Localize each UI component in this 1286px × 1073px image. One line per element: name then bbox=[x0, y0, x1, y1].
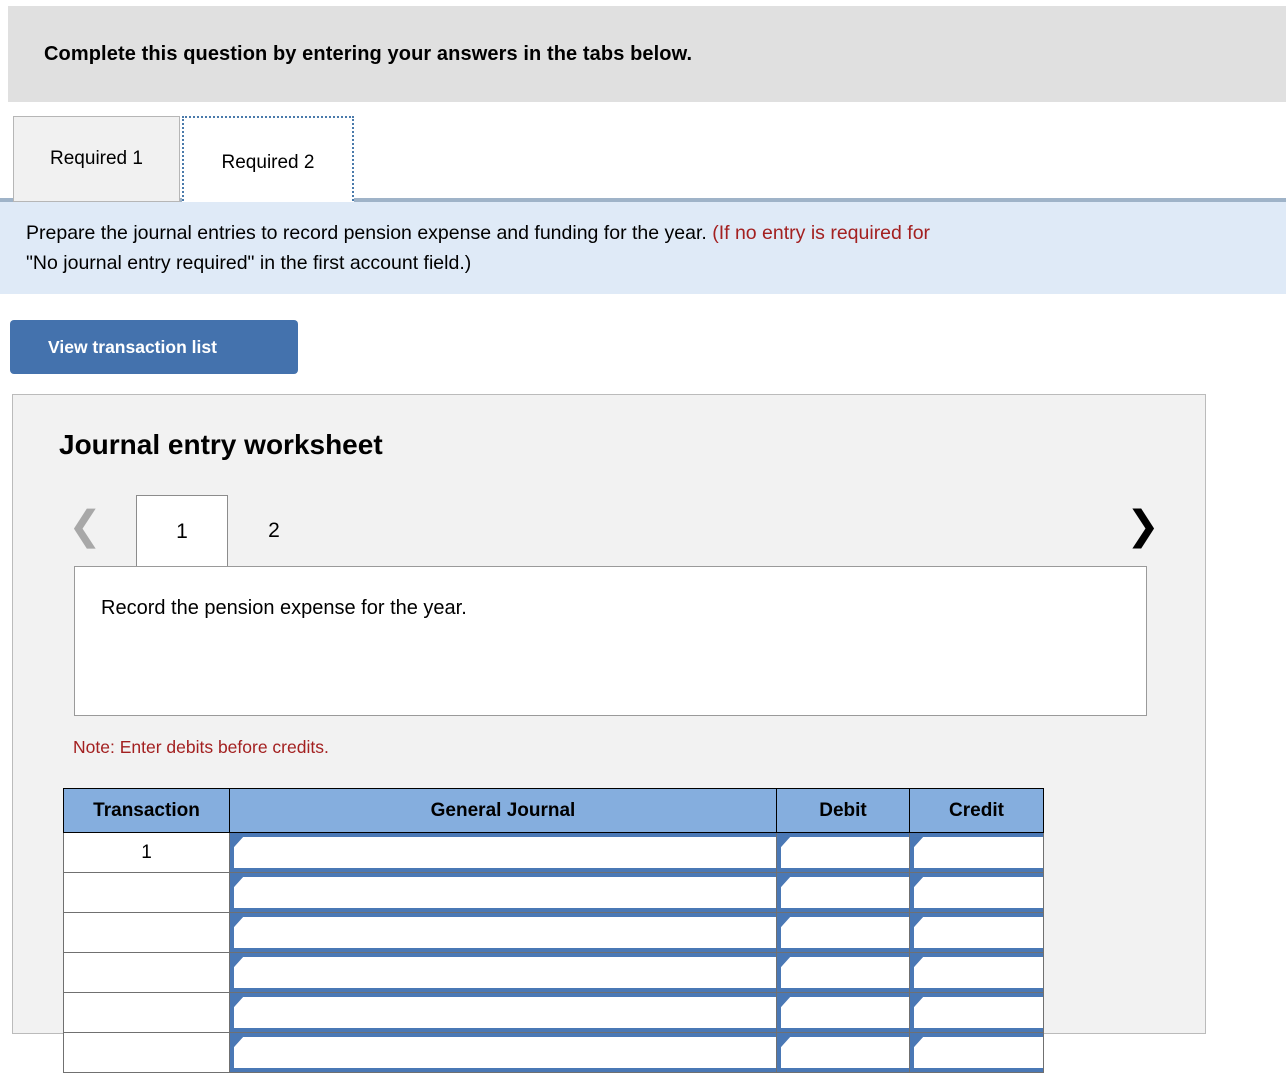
general-journal-input[interactable] bbox=[230, 1033, 776, 1072]
required-tabstrip: Required 1 Required 2 bbox=[0, 110, 1286, 208]
column-header-debit: Debit bbox=[776, 788, 910, 833]
cell-credit[interactable] bbox=[909, 912, 1044, 953]
worksheet-tab-2-label: 2 bbox=[268, 519, 280, 542]
requirement-line-1: Prepare the journal entries to record pe… bbox=[26, 218, 1286, 248]
table-row: 1 bbox=[63, 832, 1044, 873]
credit-input[interactable] bbox=[910, 993, 1043, 1032]
cell-credit[interactable] bbox=[909, 872, 1044, 913]
debits-before-credits-note: Note: Enter debits before credits. bbox=[73, 737, 329, 757]
tab-required-1-label: Required 1 bbox=[50, 148, 143, 169]
chevron-right-icon[interactable]: ❯ bbox=[1123, 495, 1163, 557]
cell-credit[interactable] bbox=[909, 952, 1044, 993]
table-header-row: Transaction General Journal Debit Credit bbox=[63, 788, 1044, 833]
worksheet-description-box: Record the pension expense for the year. bbox=[74, 566, 1147, 716]
tab-required-1[interactable]: Required 1 bbox=[13, 116, 180, 202]
journal-entry-table-body: 1 bbox=[63, 832, 1044, 1073]
cell-transaction-number bbox=[63, 952, 230, 993]
table-row bbox=[63, 912, 1044, 953]
general-journal-input[interactable] bbox=[230, 953, 776, 992]
view-transaction-list-button[interactable]: View transaction list bbox=[10, 320, 298, 374]
credit-input[interactable] bbox=[910, 1033, 1043, 1072]
cell-credit[interactable] bbox=[909, 992, 1044, 1033]
worksheet-description-text: Record the pension expense for the year. bbox=[101, 597, 467, 619]
cell-credit[interactable] bbox=[909, 832, 1044, 873]
cell-general-journal[interactable] bbox=[229, 1032, 777, 1073]
worksheet-title: Journal entry worksheet bbox=[59, 429, 383, 460]
table-row bbox=[63, 992, 1044, 1033]
requirement-banner: Prepare the journal entries to record pe… bbox=[0, 202, 1286, 294]
worksheet-tab-2[interactable]: 2 bbox=[228, 495, 320, 567]
cell-general-journal[interactable] bbox=[229, 992, 777, 1033]
column-header-general-journal: General Journal bbox=[229, 788, 777, 833]
debit-input[interactable] bbox=[777, 833, 909, 872]
column-header-transaction: Transaction bbox=[63, 788, 230, 833]
cell-debit[interactable] bbox=[776, 952, 910, 993]
debit-input[interactable] bbox=[777, 993, 909, 1032]
worksheet-tab-1-label: 1 bbox=[176, 519, 188, 543]
requirement-text-black: Prepare the journal entries to record pe… bbox=[26, 222, 713, 244]
cell-debit[interactable] bbox=[776, 1032, 910, 1073]
cell-debit[interactable] bbox=[776, 872, 910, 913]
table-row bbox=[63, 872, 1044, 913]
cell-general-journal[interactable] bbox=[229, 912, 777, 953]
credit-input[interactable] bbox=[910, 833, 1043, 872]
table-row bbox=[63, 1032, 1044, 1073]
tab-required-2[interactable]: Required 2 bbox=[182, 116, 354, 208]
journal-entry-worksheet-panel: Journal entry worksheet ❮ 1 2 ❯ Record t… bbox=[12, 394, 1207, 1073]
cell-transaction-number bbox=[63, 992, 230, 1033]
cell-general-journal[interactable] bbox=[229, 952, 777, 993]
requirement-line-2: "No journal entry required" in the first… bbox=[26, 252, 472, 274]
credit-input[interactable] bbox=[910, 913, 1043, 952]
credit-input[interactable] bbox=[910, 953, 1043, 992]
general-journal-input[interactable] bbox=[230, 913, 776, 952]
column-header-credit: Credit bbox=[909, 788, 1044, 833]
cell-debit[interactable] bbox=[776, 912, 910, 953]
top-instruction-text: Complete this question by entering your … bbox=[44, 42, 693, 65]
cell-transaction-number bbox=[63, 872, 230, 913]
cell-transaction-number bbox=[63, 1032, 230, 1073]
cell-debit[interactable] bbox=[776, 992, 910, 1033]
cell-transaction-number: 1 bbox=[63, 832, 230, 873]
chevron-left-icon[interactable]: ❮ bbox=[65, 495, 105, 557]
debit-input[interactable] bbox=[777, 953, 909, 992]
debit-input[interactable] bbox=[777, 873, 909, 912]
worksheet-pager: ❮ 1 2 ❯ bbox=[13, 495, 1207, 567]
journal-entry-table: Transaction General Journal Debit Credit… bbox=[63, 788, 1044, 1073]
cell-transaction-number bbox=[63, 912, 230, 953]
cell-credit[interactable] bbox=[909, 1032, 1044, 1073]
general-journal-input[interactable] bbox=[230, 873, 776, 912]
cell-general-journal[interactable] bbox=[229, 832, 777, 873]
worksheet-tab-1[interactable]: 1 bbox=[136, 495, 228, 567]
tab-required-2-label: Required 2 bbox=[221, 152, 315, 173]
top-instruction-banner: Complete this question by entering your … bbox=[8, 6, 1286, 102]
debit-input[interactable] bbox=[777, 1033, 909, 1072]
cell-debit[interactable] bbox=[776, 832, 910, 873]
cell-general-journal[interactable] bbox=[229, 872, 777, 913]
table-row bbox=[63, 952, 1044, 993]
requirement-text-red-1: (If no entry is required for bbox=[712, 222, 931, 244]
credit-input[interactable] bbox=[910, 873, 1043, 912]
general-journal-input[interactable] bbox=[230, 993, 776, 1032]
general-journal-input[interactable] bbox=[230, 833, 776, 872]
debit-input[interactable] bbox=[777, 913, 909, 952]
